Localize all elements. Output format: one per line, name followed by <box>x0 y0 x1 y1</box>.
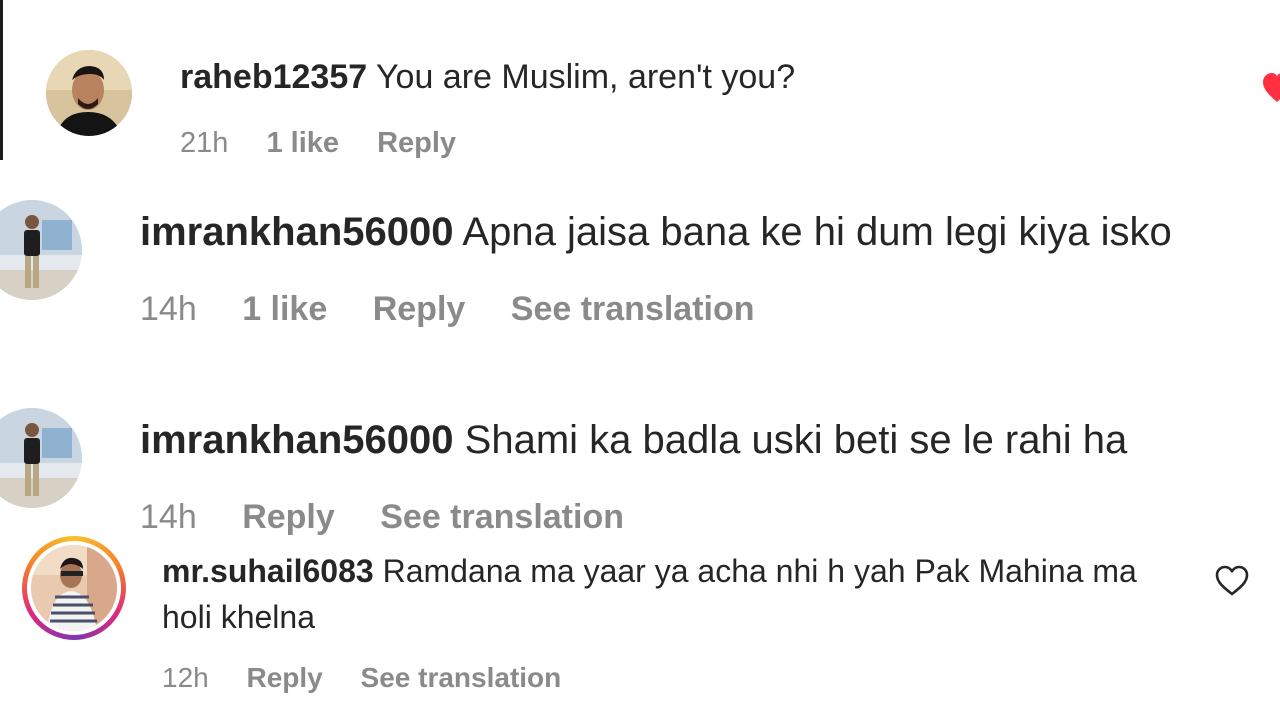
comment-timestamp: 14h <box>140 498 197 536</box>
comment-text-line: imrankhan56000 Shami ka badla uski beti … <box>140 418 1127 463</box>
reply-button[interactable]: Reply <box>247 662 323 694</box>
reply-button[interactable]: Reply <box>377 127 456 160</box>
comment-actions: 21h 1 like Reply <box>180 127 486 160</box>
comment-text: Apna jaisa bana ke hi dum legi kiya isko <box>462 210 1172 254</box>
reply-button[interactable]: Reply <box>373 290 466 329</box>
see-translation-button[interactable]: See translation <box>380 498 624 537</box>
comment-text-block: mr.suhail6083 Ramdana ma yaar ya acha nh… <box>162 548 1182 640</box>
story-ring[interactable] <box>22 536 126 640</box>
comment-text: Shami ka badla uski beti se le rahi ha <box>464 418 1128 462</box>
comment-timestamp: 12h <box>162 662 209 693</box>
comment-actions: 12h Reply See translation <box>162 662 591 694</box>
comment-actions: 14h 1 like Reply See translation <box>140 290 791 329</box>
likes-count[interactable]: 1 like <box>266 127 339 160</box>
see-translation-button[interactable]: See translation <box>361 662 562 694</box>
comment-timestamp: 21h <box>180 127 229 159</box>
avatar[interactable] <box>31 545 117 631</box>
heart-outline-icon[interactable] <box>1214 563 1250 599</box>
comment-timestamp: 14h <box>140 290 197 328</box>
comment-actions: 14h Reply See translation <box>140 498 660 537</box>
avatar[interactable] <box>0 408 82 508</box>
heart-filled-icon[interactable] <box>1262 72 1280 106</box>
comment-username[interactable]: imrankhan56000 <box>140 210 454 254</box>
likes-count[interactable]: 1 like <box>242 290 327 329</box>
comment-username[interactable]: imrankhan56000 <box>140 418 454 462</box>
comment-text-line: raheb12357 You are Muslim, aren't you? <box>180 58 795 97</box>
comment-username[interactable]: raheb12357 <box>180 58 367 96</box>
avatar[interactable] <box>46 50 132 136</box>
comment-text-line: imrankhan56000 Apna jaisa bana ke hi dum… <box>140 210 1172 255</box>
see-translation-button[interactable]: See translation <box>511 290 755 329</box>
comment-username[interactable]: mr.suhail6083 <box>162 553 374 589</box>
left-edge-divider <box>0 0 3 160</box>
reply-button[interactable]: Reply <box>242 498 335 537</box>
comment-text: You are Muslim, aren't you? <box>375 58 796 96</box>
avatar[interactable] <box>0 200 82 300</box>
